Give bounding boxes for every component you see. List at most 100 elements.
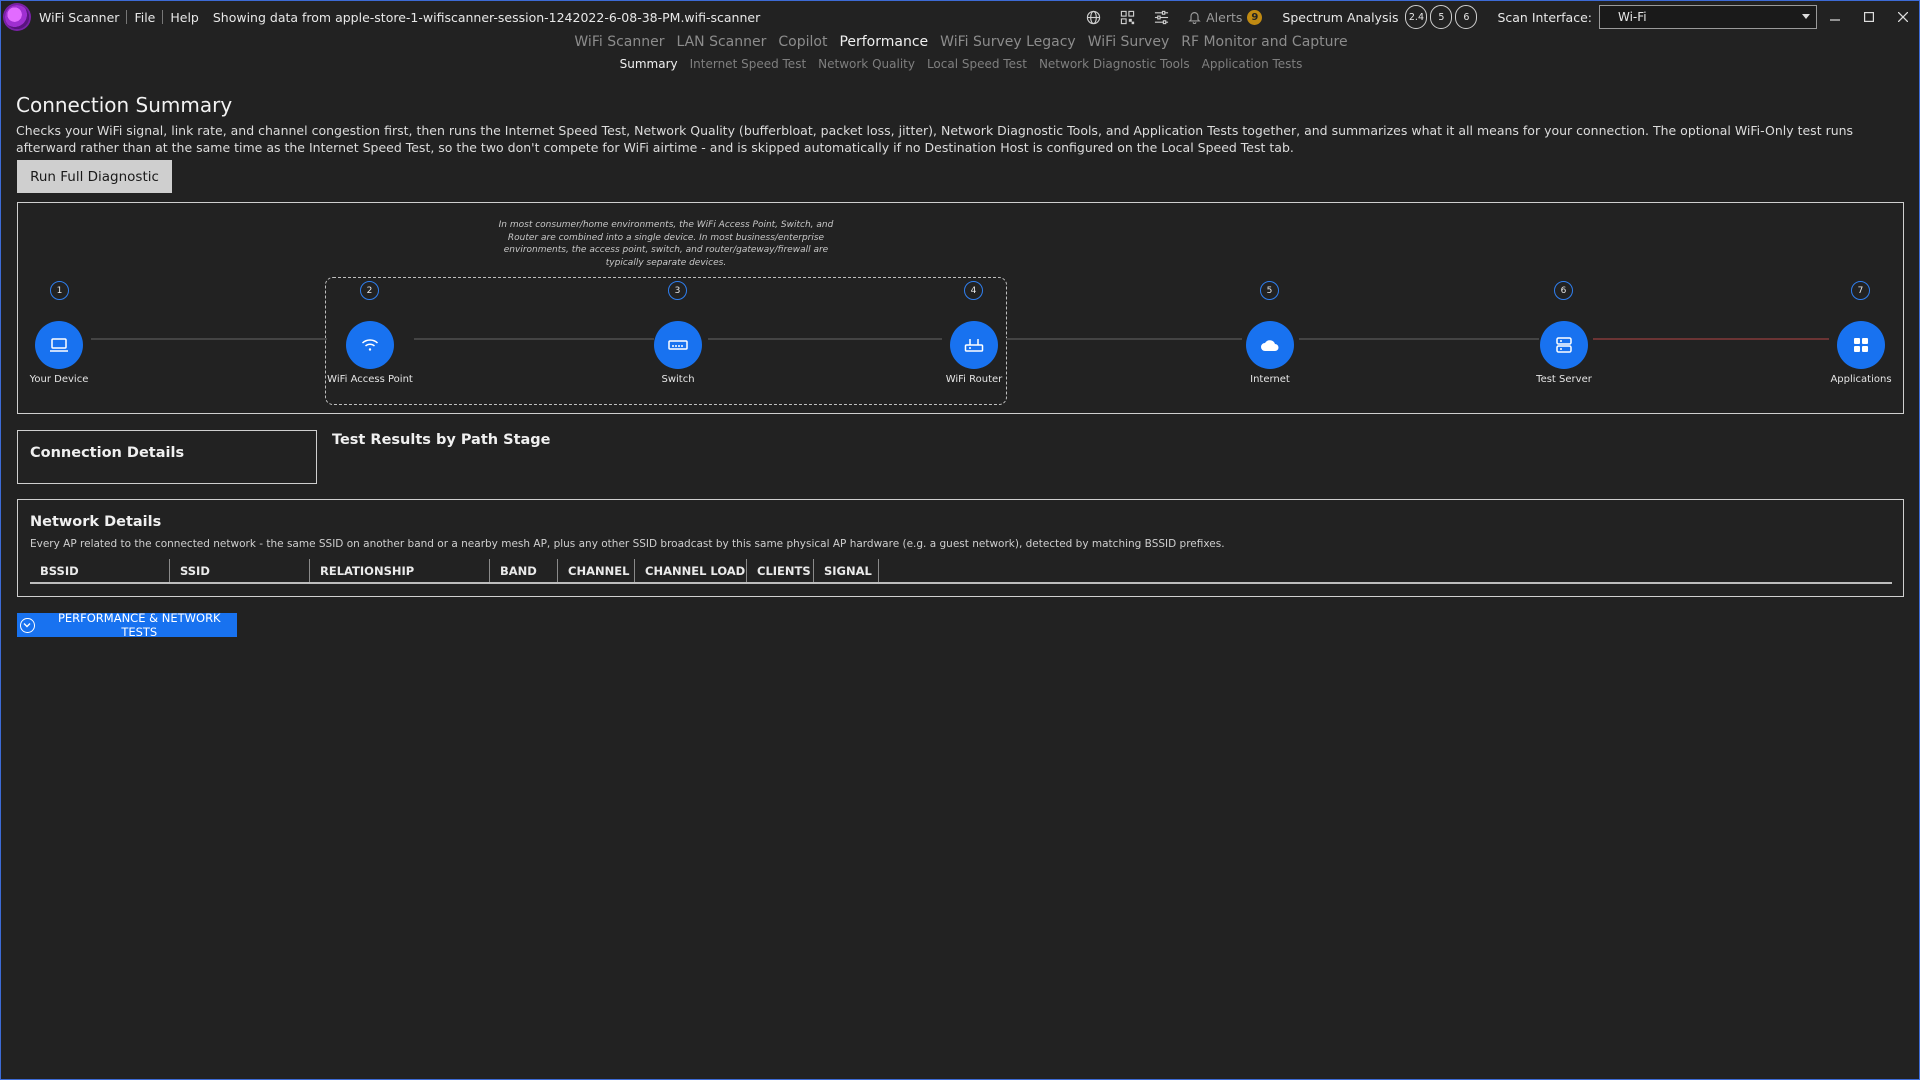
path-link xyxy=(91,338,327,340)
qr-code-icon[interactable] xyxy=(1118,8,1136,26)
stage-label: WiFi Access Point xyxy=(327,374,413,385)
alerts-count-badge: 9 xyxy=(1247,9,1263,25)
stage-applications[interactable] xyxy=(1837,321,1885,369)
network-details-title: Network Details xyxy=(30,514,162,530)
globe-icon[interactable] xyxy=(1084,8,1102,26)
wifi-icon xyxy=(361,339,379,351)
path-link-warning xyxy=(1593,338,1829,340)
app-name: WiFi Scanner xyxy=(39,9,120,25)
scan-interface-select[interactable]: Wi-Fi xyxy=(1599,5,1817,29)
main-tabs: WiFi Scanner LAN Scanner Copilot Perform… xyxy=(1,34,1920,50)
band-2-4-button[interactable]: 2.4 xyxy=(1405,5,1428,29)
title-separator xyxy=(126,10,128,24)
tab-copilot[interactable]: Copilot xyxy=(778,34,827,50)
column-header-bssid[interactable]: BSSID xyxy=(30,559,170,582)
column-header-band[interactable]: BAND xyxy=(490,559,558,582)
network-details-panel: Network Details Every AP related to the … xyxy=(17,499,1904,597)
session-status-text: Showing data from apple-store-1-wifiscan… xyxy=(212,9,761,25)
column-header-channel[interactable]: CHANNEL xyxy=(558,559,635,582)
minimize-icon xyxy=(1829,19,1840,21)
alerts-button[interactable]: Alerts 9 xyxy=(1188,9,1263,25)
column-header-ssid[interactable]: SSID xyxy=(170,559,310,582)
settings-sliders-icon[interactable] xyxy=(1152,8,1170,26)
stage-label: Switch xyxy=(661,374,695,385)
title-separator xyxy=(162,10,164,24)
summary-description: Checks your WiFi signal, link rate, and … xyxy=(16,123,1854,155)
stage-your-device[interactable] xyxy=(35,321,83,369)
close-button[interactable] xyxy=(1886,1,1919,33)
tab-wifi-survey[interactable]: WiFi Survey xyxy=(1088,34,1170,50)
tab-lan-scanner[interactable]: LAN Scanner xyxy=(676,34,766,50)
server-icon xyxy=(1556,337,1572,353)
tab-performance[interactable]: Performance xyxy=(839,34,928,50)
column-header-clients[interactable]: CLIENTS xyxy=(747,559,814,582)
title-bar-controls: Alerts 9 Spectrum Analysis 2.4 5 6 Scan … xyxy=(1076,1,1919,33)
stage-number-badge: 1 xyxy=(50,281,69,300)
column-header-relationship[interactable]: RELATIONSHIP xyxy=(310,559,490,582)
laptop-icon xyxy=(50,338,68,352)
path-link xyxy=(1299,338,1539,340)
menu-help[interactable]: Help xyxy=(170,10,199,25)
network-table-header: BSSID SSID RELATIONSHIP BAND CHANNEL CHA… xyxy=(30,559,1892,584)
stage-number-badge: 2 xyxy=(360,281,379,300)
stage-label: Your Device xyxy=(29,374,89,385)
subtab-network-quality[interactable]: Network Quality xyxy=(818,57,915,71)
stage-label: Test Server xyxy=(1536,374,1592,385)
network-details-description: Every AP related to the connected networ… xyxy=(30,538,1225,550)
minimize-button[interactable] xyxy=(1818,1,1851,33)
scan-interface-value: Wi-Fi xyxy=(1618,10,1647,24)
title-bar: WiFi Scanner File Help Showing data from… xyxy=(1,1,1919,33)
run-full-diagnostic-button[interactable]: Run Full Diagnostic xyxy=(17,160,172,193)
stage-test-server[interactable] xyxy=(1540,321,1588,369)
path-link xyxy=(414,338,654,340)
spectrum-analysis-label: Spectrum Analysis xyxy=(1282,9,1399,25)
stage-number-badge: 3 xyxy=(668,281,687,300)
stage-wifi-access-point[interactable] xyxy=(346,321,394,369)
stage-number-badge: 4 xyxy=(964,281,983,300)
band-6-button[interactable]: 6 xyxy=(1455,5,1478,29)
switch-icon xyxy=(668,340,688,350)
scan-interface-label: Scan Interface: xyxy=(1497,9,1592,25)
connection-details-panel: Connection Details xyxy=(17,430,317,484)
path-link xyxy=(1006,338,1242,340)
stage-label: Applications xyxy=(1830,374,1892,385)
stage-wifi-router[interactable] xyxy=(950,321,998,369)
stage-switch[interactable] xyxy=(654,321,702,369)
cloud-icon xyxy=(1261,340,1279,351)
stage-label: Internet xyxy=(1250,374,1290,385)
subtab-summary[interactable]: Summary xyxy=(620,57,678,71)
performance-network-tests-toggle[interactable]: PERFORMANCE & NETWORK TESTS xyxy=(17,611,237,639)
maximize-icon xyxy=(1863,12,1874,22)
stage-number-badge: 6 xyxy=(1554,281,1573,300)
page-title: Connection Summary xyxy=(16,93,233,117)
subtab-internet-speed-test[interactable]: Internet Speed Test xyxy=(690,57,807,71)
tab-rf-monitor[interactable]: RF Monitor and Capture xyxy=(1181,34,1347,50)
router-icon xyxy=(964,339,984,352)
stage-number-badge: 7 xyxy=(1851,281,1870,300)
stage-label: WiFi Router xyxy=(945,374,1003,385)
menu-file[interactable]: File xyxy=(134,10,155,25)
column-header-channel-load[interactable]: CHANNEL LOAD xyxy=(635,559,747,582)
sub-tabs: Summary Internet Speed Test Network Qual… xyxy=(1,57,1920,71)
band-5-button[interactable]: 5 xyxy=(1430,5,1453,29)
test-results-title: Test Results by Path Stage xyxy=(332,432,551,448)
column-header-signal[interactable]: SIGNAL xyxy=(814,559,879,582)
stage-number-badge: 5 xyxy=(1260,281,1279,300)
path-link xyxy=(708,338,942,340)
tab-wifi-scanner[interactable]: WiFi Scanner xyxy=(574,34,664,50)
alerts-label: Alerts xyxy=(1206,9,1243,25)
stage-internet[interactable] xyxy=(1246,321,1294,369)
subtab-local-speed-test[interactable]: Local Speed Test xyxy=(927,57,1027,71)
tab-wifi-survey-legacy[interactable]: WiFi Survey Legacy xyxy=(940,34,1076,50)
chevron-down-icon xyxy=(20,617,35,633)
device-combination-note: In most consumer/home environments, the … xyxy=(498,220,834,268)
maximize-button[interactable] xyxy=(1852,1,1885,33)
app-logo-icon xyxy=(5,5,29,29)
connection-details-title: Connection Details xyxy=(30,445,185,461)
chevron-down-icon xyxy=(1802,14,1810,19)
performance-network-tests-label: PERFORMANCE & NETWORK TESTS xyxy=(57,611,221,639)
bell-icon xyxy=(1188,12,1201,24)
apps-grid-icon xyxy=(1854,338,1868,352)
subtab-application-tests[interactable]: Application Tests xyxy=(1202,57,1303,71)
subtab-network-diagnostic-tools[interactable]: Network Diagnostic Tools xyxy=(1039,57,1190,71)
